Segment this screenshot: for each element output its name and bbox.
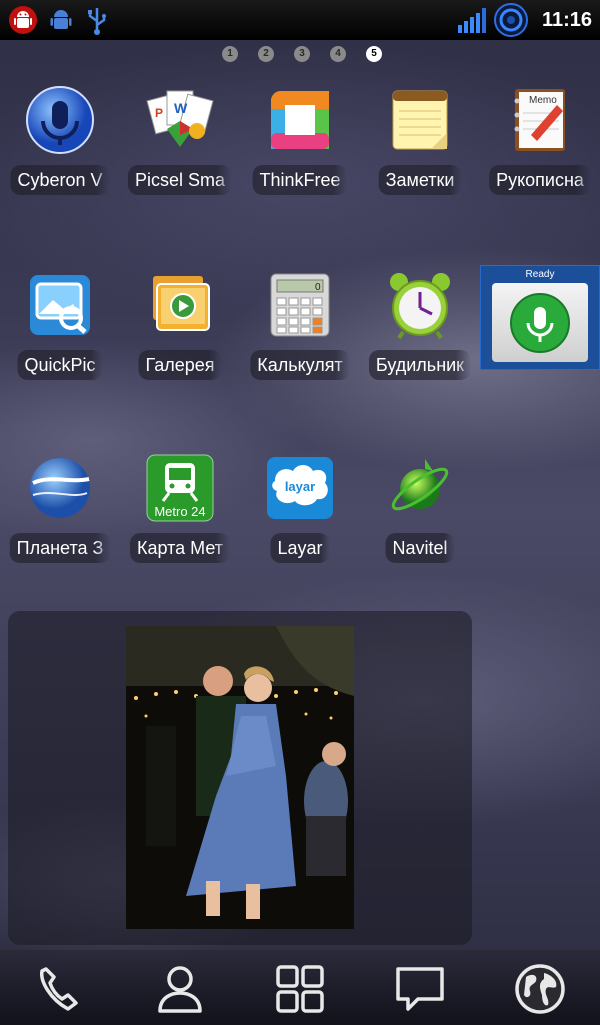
app-notes[interactable]: Заметки [360, 85, 480, 205]
app-label: Navitel [385, 533, 455, 563]
page-dot[interactable]: 4 [330, 46, 346, 62]
layar-icon: layar [267, 457, 333, 519]
quickpic-icon [30, 275, 90, 335]
svg-text:P: P [155, 106, 163, 120]
android-debug-icon [9, 6, 37, 34]
app-navitel[interactable]: Navitel [360, 453, 480, 573]
app-label: QuickPic [17, 350, 103, 380]
status-bar[interactable]: 11:16 [0, 0, 600, 40]
page-dot[interactable]: 2 [258, 46, 274, 62]
app-label: Карта Мет [129, 533, 231, 563]
messages-icon [396, 967, 444, 1011]
page-dot[interactable]: 1 [222, 46, 238, 62]
app-picsel[interactable]: W P Picsel Sma [120, 85, 240, 205]
app-label: Заметки [378, 165, 462, 195]
dock-browser[interactable] [512, 961, 568, 1017]
photo[interactable] [126, 626, 354, 929]
wimax-icon [493, 3, 528, 37]
page-indicator[interactable]: 1 2 3 4 5 [0, 46, 600, 62]
thinkfree-icon [271, 91, 329, 149]
microphone-icon [510, 293, 570, 353]
clock: 11:16 [541, 8, 592, 31]
microphone-headset-icon [26, 86, 94, 154]
app-metro-map[interactable]: Metro 24 Карта Мет [120, 453, 240, 573]
app-label: ThinkFree [252, 165, 348, 195]
app-label: Планета З [9, 533, 111, 563]
app-label: Калькулят [250, 350, 350, 380]
notepad-icon [392, 90, 448, 150]
app-label: Layar [270, 533, 330, 563]
signal-icon [457, 7, 486, 33]
memo-badge: Memo [529, 95, 557, 106]
app-label: Рукописна [489, 165, 591, 195]
app-gallery[interactable]: Галерея [120, 270, 240, 390]
page-dot-active[interactable]: 5 [366, 46, 382, 62]
svg-text:W: W [174, 100, 188, 116]
voice-search-button[interactable] [492, 283, 588, 362]
globe-icon [515, 964, 565, 1014]
dock-phone[interactable] [32, 961, 88, 1017]
google-earth-icon [30, 458, 90, 518]
android-icon [50, 10, 72, 29]
app-label: Будильник [368, 350, 472, 380]
app-quickpic[interactable]: QuickPic [0, 270, 120, 390]
voice-status: Ready [525, 269, 555, 280]
metro-badge: Metro 24 [154, 504, 205, 519]
app-calculator[interactable]: 0 Калькулят [240, 270, 360, 390]
dock-app-drawer[interactable] [272, 961, 328, 1017]
gallery-icon [153, 276, 210, 331]
calculator-icon: 0 [270, 273, 330, 337]
app-label: Cyberon V [10, 165, 110, 195]
app-label: Галерея [138, 350, 222, 380]
memo-icon: Memo [514, 89, 565, 151]
alarm-clock-icon [390, 273, 450, 340]
app-grid-icon [276, 965, 324, 1013]
app-alarm[interactable]: Будильник [360, 270, 480, 390]
office-docs-icon: W P [146, 90, 214, 147]
contacts-icon [158, 966, 202, 1013]
metro-icon: Metro 24 [146, 454, 214, 522]
usb-icon [88, 8, 106, 35]
calculator-display: 0 [315, 282, 321, 293]
app-google-earth[interactable]: Планета З [0, 453, 120, 573]
phone-icon [40, 967, 78, 1011]
app-cyberon[interactable]: Cyberon V [0, 85, 120, 205]
dock-contacts[interactable] [152, 961, 208, 1017]
navitel-icon [391, 459, 449, 511]
app-layar[interactable]: layar Layar [240, 453, 360, 573]
app-handwriting[interactable]: Memo Рукописна [480, 85, 600, 205]
dock [0, 950, 600, 1025]
app-label: Picsel Sma [127, 165, 233, 195]
layar-badge: layar [285, 479, 315, 494]
page-dot[interactable]: 3 [294, 46, 310, 62]
dock-messages[interactable] [392, 961, 448, 1017]
app-thinkfree[interactable]: ThinkFree [240, 85, 360, 205]
photo-image [126, 626, 354, 929]
voice-search-widget[interactable]: Ready [480, 265, 600, 370]
